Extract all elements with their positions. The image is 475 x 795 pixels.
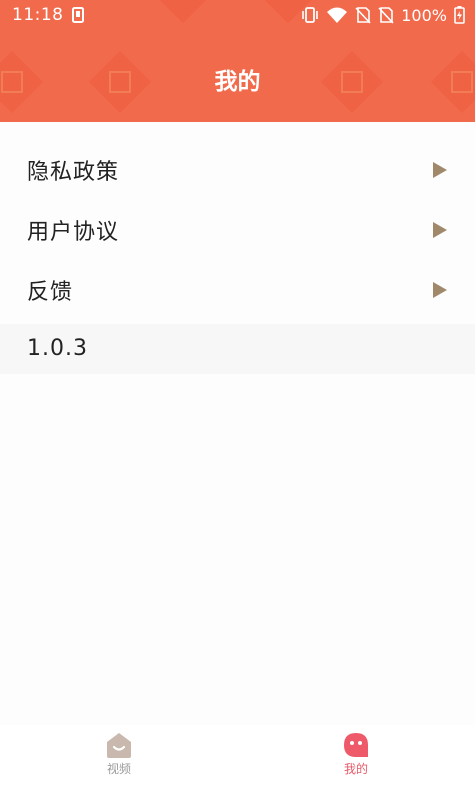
menu-item-user-agreement[interactable]: 用户协议 <box>0 200 475 260</box>
video-tab-icon <box>107 733 131 758</box>
status-time: 11:18 <box>12 5 64 25</box>
wifi-icon <box>326 6 348 24</box>
menu-item-privacy-policy[interactable]: 隐私政策 <box>0 140 475 200</box>
menu-item-label: 隐私政策 <box>27 160 120 185</box>
status-bar: 11:18 100% <box>0 0 475 30</box>
bottom-nav: 视频 我的 <box>0 725 475 795</box>
menu-item-label: 反馈 <box>27 280 74 305</box>
chevron-right-icon <box>433 222 447 238</box>
battery-percent: 100% <box>401 5 447 25</box>
tab-video-label: 视频 <box>106 762 131 776</box>
app-version: 1.0.3 <box>27 336 88 361</box>
menu-item-label: 用户协议 <box>27 220 120 245</box>
vibrate-icon <box>301 6 319 24</box>
no-sim-icon <box>355 6 371 24</box>
chevron-right-icon <box>433 282 447 298</box>
status-icons: 100% <box>301 4 465 26</box>
tab-video[interactable]: 视频 <box>59 731 179 787</box>
app-header: 11:18 100% 我的 <box>0 0 475 122</box>
version-row: 1.0.3 <box>0 324 475 374</box>
chevron-right-icon <box>433 162 447 178</box>
tab-mine[interactable]: 我的 <box>296 731 416 787</box>
page-title: 我的 <box>214 69 261 95</box>
battery-charging-icon <box>454 6 465 24</box>
tab-mine-label: 我的 <box>343 762 368 776</box>
menu-item-feedback[interactable]: 反馈 <box>0 260 475 320</box>
notification-icon <box>72 7 84 28</box>
settings-menu: 隐私政策 用户协议 反馈 <box>0 140 475 320</box>
no-sim-icon-2 <box>378 6 394 24</box>
mine-tab-icon <box>344 733 368 757</box>
